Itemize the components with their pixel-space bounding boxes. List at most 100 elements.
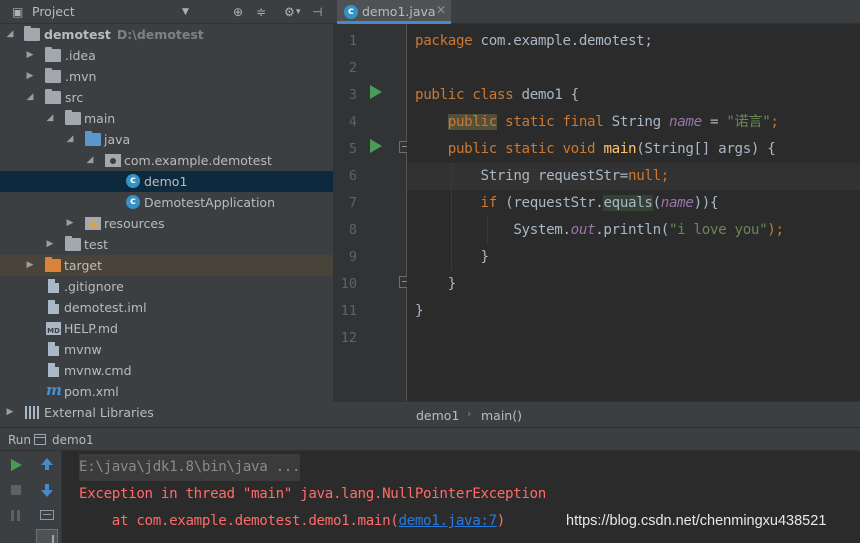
code-text: );	[767, 222, 784, 238]
down-arrow-icon[interactable]	[36, 480, 58, 502]
code-line: public class demo1 {	[415, 82, 579, 109]
breadcrumb-class[interactable]: demo1	[416, 408, 459, 423]
package-icon	[105, 154, 121, 167]
settings-gear-icon[interactable]: ⚙	[284, 4, 295, 20]
project-toolbar: ▣ Project ▼ ⊕ ≑ ⚙ ▾ ⊣	[0, 0, 333, 24]
run-config-tab[interactable]: demo1	[52, 433, 94, 447]
expand-arrow-icon[interactable]: ◢	[25, 87, 35, 108]
tree-item-test[interactable]: ▶ test	[0, 234, 333, 255]
folder-icon	[45, 47, 61, 62]
tree-item-external-libraries[interactable]: ▶ External Libraries	[0, 402, 333, 423]
tree-item-pom-xml[interactable]: m pom.xml	[0, 381, 333, 402]
tab-demo1-java[interactable]: c demo1.java ✕	[337, 0, 451, 24]
line-number: 4	[348, 114, 357, 130]
tree-item-target[interactable]: ▶ target	[0, 255, 333, 276]
stacktrace-text: )	[496, 513, 506, 529]
collapse-arrow-icon[interactable]: ▶	[25, 45, 35, 66]
line-number: 7	[348, 195, 357, 211]
stacktrace-text: at com.example.demotest.demo1.main(	[79, 513, 399, 529]
java-class-icon: c	[344, 5, 358, 19]
code-text: String	[603, 114, 669, 130]
tree-item-mvnw[interactable]: mvnw	[0, 339, 333, 360]
code-text: System.	[513, 222, 571, 238]
code-text: }	[447, 276, 457, 292]
soft-wrap-icon[interactable]	[40, 510, 54, 520]
tree-item-demotest-application[interactable]: c DemotestApplication	[0, 192, 333, 213]
folder-icon	[65, 236, 81, 251]
expand-arrow-icon[interactable]: ◢	[85, 150, 95, 171]
tab-label: demo1.java	[362, 4, 436, 19]
tree-item-label: resources	[104, 216, 165, 231]
text-file-icon	[48, 279, 59, 293]
tree-item-java[interactable]: ◢ java	[0, 129, 333, 150]
code-line: }	[415, 298, 424, 325]
collapse-arrow-icon[interactable]: ▶	[65, 213, 75, 234]
collapse-arrow-icon[interactable]: ▶	[25, 255, 35, 276]
tree-item-idea[interactable]: ▶ .idea	[0, 45, 333, 66]
line-number: 9	[348, 249, 357, 265]
tree-item-label: mvnw.cmd	[64, 363, 132, 378]
method-call: equals	[603, 195, 653, 211]
line-number: 3	[348, 87, 357, 103]
tree-item-label: test	[84, 237, 109, 252]
breadcrumb-method[interactable]: main()	[481, 408, 522, 423]
folder-icon	[45, 89, 61, 104]
tree-item-mvn[interactable]: ▶ .mvn	[0, 66, 333, 87]
tree-item-demo1[interactable]: c demo1	[0, 171, 333, 192]
stacktrace-link[interactable]: demo1.java:7	[398, 513, 497, 529]
keyword: if	[480, 195, 498, 211]
expand-arrow-icon[interactable]: ◢	[65, 129, 75, 150]
code-text: ;	[660, 168, 670, 184]
tree-item-package[interactable]: ◢ com.example.demotest	[0, 150, 333, 171]
string-literal: "诺言"	[726, 114, 771, 130]
script-file-icon	[48, 342, 59, 356]
collapse-arrow-icon[interactable]: ▶	[45, 234, 55, 255]
editor-tab-bar: c demo1.java ✕	[333, 0, 860, 24]
keyword: package	[415, 33, 473, 49]
up-arrow-icon[interactable]	[36, 455, 58, 477]
tree-item-resources[interactable]: ▶ resources	[0, 213, 333, 234]
code-text: }	[415, 303, 424, 319]
expand-arrow-icon[interactable]: ◢	[45, 108, 55, 129]
scroll-from-source-icon[interactable]: ⊕	[233, 4, 243, 20]
code-line: String requestStr=null;	[415, 163, 670, 190]
code-text: (String[] args) {	[636, 141, 776, 157]
tree-item-mvnw-cmd[interactable]: mvnw.cmd	[0, 360, 333, 381]
close-icon[interactable]: ✕	[436, 3, 446, 17]
tree-item-label: pom.xml	[64, 384, 119, 399]
code-line: System.out.println("i love you");	[415, 217, 784, 244]
folder-icon	[65, 110, 81, 125]
collapse-arrow-icon[interactable]: ▶	[25, 66, 35, 87]
tree-item-help-md[interactable]: MD HELP.md	[0, 318, 333, 339]
project-title[interactable]: Project	[32, 4, 75, 20]
run-class-icon[interactable]	[370, 85, 382, 99]
collapse-arrow-icon[interactable]: ▶	[5, 402, 15, 423]
settings-dropdown-icon[interactable]: ▾	[296, 4, 301, 20]
tree-item-src[interactable]: ◢ src	[0, 87, 333, 108]
tree-item-label: com.example.demotest	[124, 153, 272, 168]
stop-icon[interactable]	[5, 480, 27, 502]
pause-icon[interactable]	[5, 505, 27, 527]
expand-arrow-icon[interactable]: ◢	[5, 24, 15, 45]
tree-item-demotest[interactable]: ◢ demotest D:\demotest	[0, 24, 333, 45]
code-editor[interactable]: package com.example.demotest; public cla…	[407, 24, 860, 401]
hide-panel-icon[interactable]: ⊣	[312, 4, 322, 20]
code-text: }	[480, 249, 490, 265]
console-output[interactable]: E:\java\jdk1.8\bin\java ... Exception in…	[63, 451, 860, 543]
scroll-to-end-icon[interactable]	[36, 529, 58, 543]
line-number: 12	[340, 330, 357, 346]
tree-item-label: External Libraries	[44, 405, 154, 420]
folder-icon	[45, 68, 61, 83]
tree-item-main[interactable]: ◢ main	[0, 108, 333, 129]
keyword: public static void	[447, 141, 596, 157]
project-view-icon: ▣	[12, 5, 24, 19]
console-stacktrace-line: at com.example.demotest.demo1.main(demo1…	[79, 508, 506, 535]
tree-item-gitignore[interactable]: .gitignore	[0, 276, 333, 297]
rerun-icon[interactable]	[5, 455, 27, 477]
view-dropdown-icon[interactable]: ▼	[182, 4, 189, 20]
excluded-folder-icon	[45, 257, 61, 272]
tree-item-demotest-iml[interactable]: demotest.iml	[0, 297, 333, 318]
collapse-all-icon[interactable]: ≑	[256, 4, 266, 20]
run-toolbar	[0, 451, 32, 543]
run-main-icon[interactable]	[370, 139, 382, 153]
